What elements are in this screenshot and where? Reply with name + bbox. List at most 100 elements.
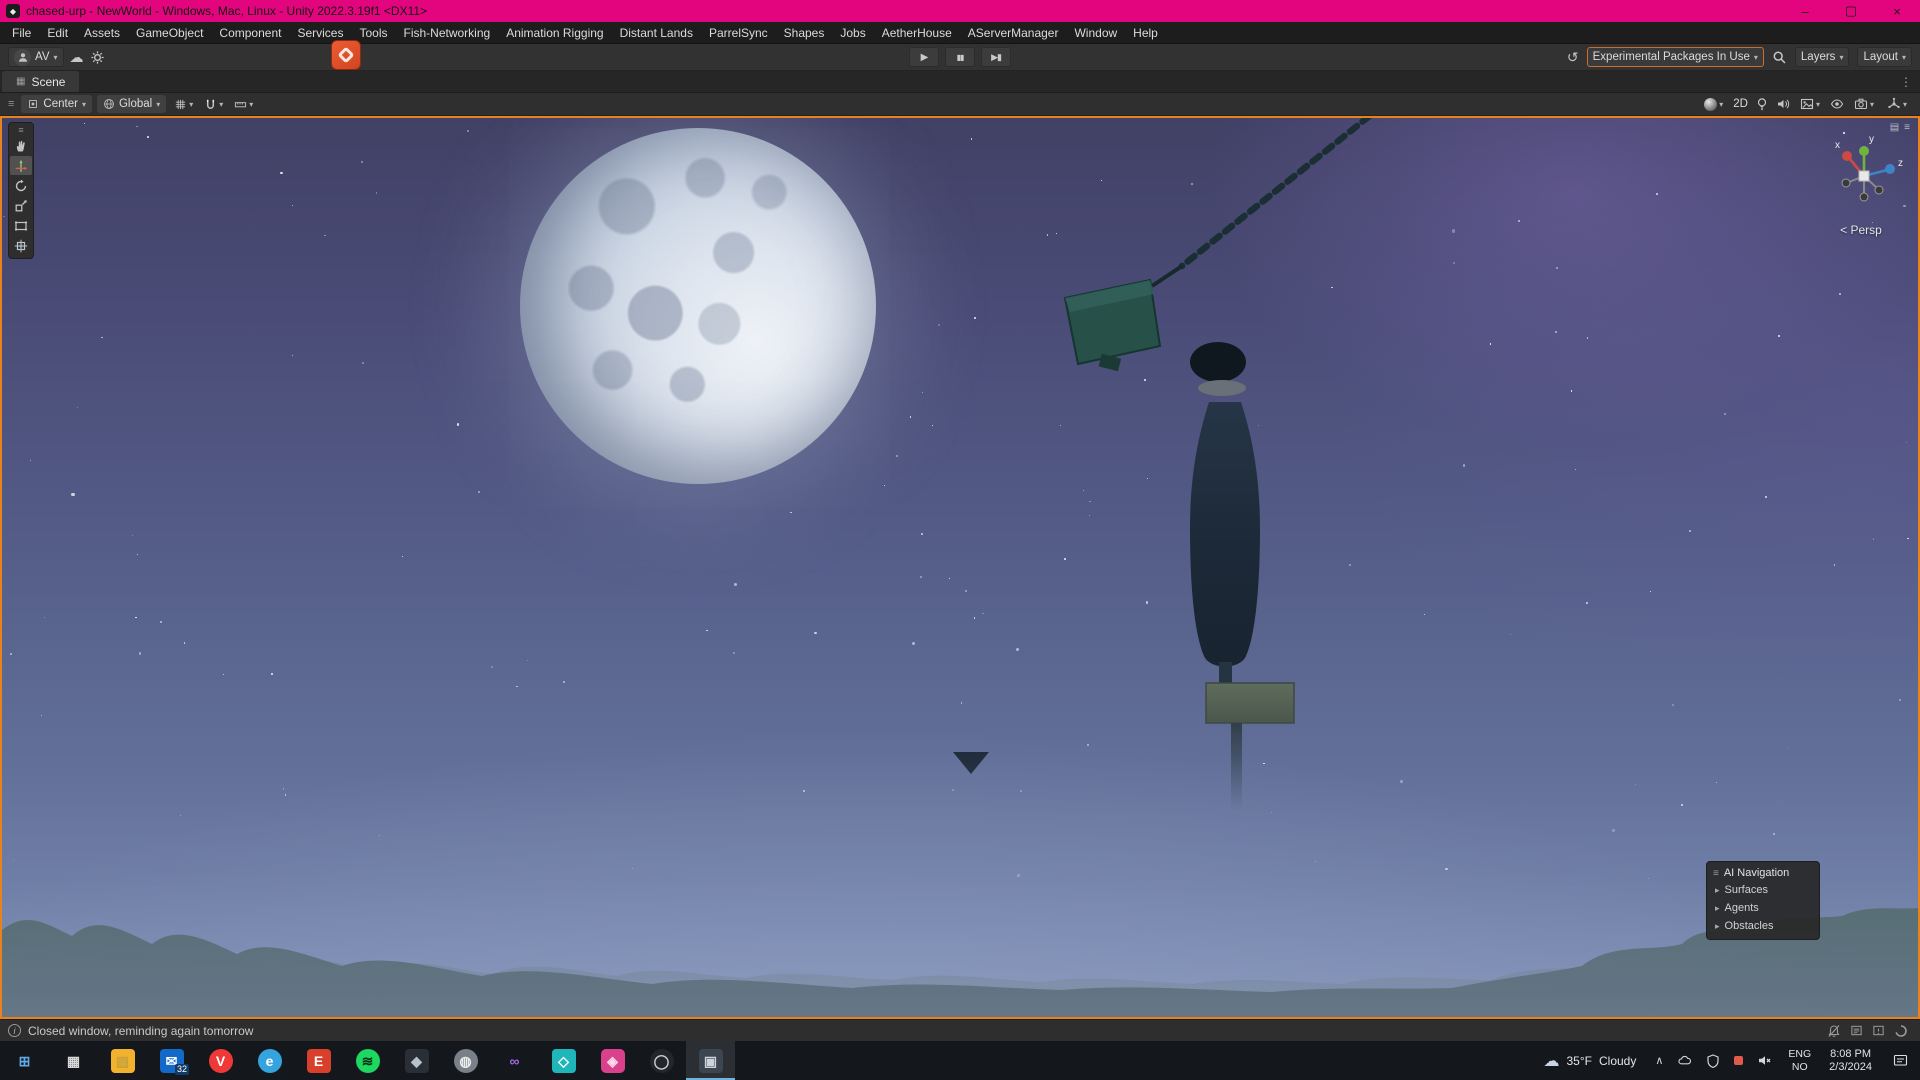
navmesh-marker[interactable] [953, 752, 989, 774]
snap-settings-dropdown[interactable]: ▾ [201, 95, 226, 113]
close-button[interactable]: × [1874, 0, 1920, 22]
action-center-icon[interactable] [1881, 1041, 1920, 1080]
axis-y-label[interactable]: y [1869, 134, 1874, 145]
language-indicator[interactable]: ENG NO [1779, 1041, 1820, 1080]
weather-widget[interactable]: ☁ 35°F Cloudy [1532, 1041, 1649, 1080]
crane-chain-object[interactable] [1065, 118, 1382, 371]
expand-triangle-icon[interactable]: ▸ [1715, 921, 1720, 932]
ai-navigation-header[interactable]: ≡ AI Navigation [1707, 865, 1819, 881]
axis-gizmo-icon[interactable]: x y z [1813, 128, 1909, 224]
orientation-dropdown[interactable]: Global ▾ [97, 95, 166, 113]
tools-plugin-button[interactable] [331, 40, 361, 70]
taskbar-app-vivaldi[interactable]: V [196, 1041, 245, 1080]
step-button[interactable]: ▶▮ [981, 47, 1011, 67]
nav-overlay-item-obstacles[interactable]: ▸ Obstacles [1707, 917, 1819, 935]
overlay-grid-icon[interactable]: ▤ [1890, 122, 1899, 133]
tray-chevron-icon[interactable]: ∧ [1648, 1041, 1670, 1080]
increment-snap-dropdown[interactable]: ▾ [231, 95, 256, 113]
menu-item-help[interactable]: Help [1125, 22, 1166, 43]
tab-scene[interactable]: ▦ Scene [2, 71, 79, 92]
expand-triangle-icon[interactable]: ▸ [1715, 903, 1720, 914]
taskbar-app-app-ring[interactable]: ◯ [637, 1041, 686, 1080]
status-message[interactable]: Closed window, reminding again tomorrow [28, 1024, 253, 1038]
taskbar-app-editor-red[interactable]: E [294, 1041, 343, 1080]
menu-item-edit[interactable]: Edit [39, 22, 76, 43]
minimize-button[interactable]: – [1782, 0, 1828, 22]
menu-item-shapes[interactable]: Shapes [776, 22, 833, 43]
tray-app-icon[interactable] [1727, 1041, 1750, 1080]
maximize-button[interactable]: ▢ [1828, 0, 1874, 22]
scene-audio-toggle[interactable] [1776, 97, 1790, 111]
camera-settings-dropdown[interactable]: ▾ [1851, 95, 1877, 113]
scene-visibility-toggle[interactable] [1830, 97, 1844, 111]
view-2d-toggle[interactable]: 2D [1733, 98, 1748, 110]
taskbar-app-unity-hub[interactable]: ◆ [392, 1041, 441, 1080]
drag-handle-icon[interactable]: ≡ [1713, 868, 1719, 879]
menu-item-parrelsync[interactable]: ParrelSync [701, 22, 776, 43]
drag-handle-icon[interactable]: ≡ [18, 125, 23, 135]
projection-label[interactable]: < Persp [1813, 223, 1909, 237]
menu-item-fish-networking[interactable]: Fish-Networking [395, 22, 498, 43]
drag-handle-icon[interactable]: ≡ [6, 98, 16, 110]
settings-icon[interactable] [90, 50, 105, 65]
layout-dropdown[interactable]: Layout ▾ [1857, 47, 1912, 67]
effects-dropdown[interactable]: ▾ [1797, 95, 1823, 113]
nav-overlay-item-surfaces[interactable]: ▸ Surfaces [1707, 881, 1819, 899]
experimental-packages-dropdown[interactable]: Experimental Packages In Use ▾ [1587, 47, 1764, 67]
taskbar-app-spotify[interactable]: ≋ [343, 1041, 392, 1080]
pause-button[interactable]: ▮▮ [945, 47, 975, 67]
scene-viewport[interactable]: ≡ ▤ ≡ [0, 116, 1920, 1019]
cloud-icon[interactable]: ☁ [70, 50, 84, 64]
gizmos-dropdown[interactable]: ▾ [1884, 95, 1910, 113]
axis-x-label[interactable]: x [1835, 140, 1840, 151]
menu-item-component[interactable]: Component [211, 22, 289, 43]
play-button[interactable]: ▶ [909, 47, 939, 67]
tree-line-front[interactable] [2, 908, 1918, 1017]
view-tool-button[interactable] [10, 136, 32, 155]
menu-item-distant-lands[interactable]: Distant Lands [612, 22, 701, 43]
orientation-gizmo[interactable]: x y z < Persp [1813, 128, 1909, 240]
menu-item-animation-rigging[interactable]: Animation Rigging [498, 22, 611, 43]
hanging-bag-object[interactable] [1190, 342, 1294, 811]
menu-item-window[interactable]: Window [1066, 22, 1125, 43]
pivot-mode-dropdown[interactable]: Center ▾ [21, 95, 92, 113]
search-icon[interactable] [1772, 50, 1787, 65]
menu-item-file[interactable]: File [4, 22, 39, 43]
menu-item-aservermanager[interactable]: AServerManager [960, 22, 1067, 43]
taskbar-app-rider[interactable]: ◈ [588, 1041, 637, 1080]
taskbar-app-unity-editor[interactable]: ▣ [686, 1041, 735, 1080]
layers-dropdown[interactable]: Layers ▾ [1795, 47, 1850, 67]
rect-tool-button[interactable] [10, 216, 32, 235]
nav-overlay-item-agents[interactable]: ▸ Agents [1707, 899, 1819, 917]
rotate-tool-button[interactable] [10, 176, 32, 195]
account-dropdown[interactable]: AV ▾ [8, 47, 64, 67]
move-tool-button[interactable] [10, 156, 32, 175]
taskbar-app-visual-studio[interactable]: ∞ [490, 1041, 539, 1080]
menu-item-gameobject[interactable]: GameObject [128, 22, 211, 43]
taskbar-app-task-view[interactable]: ▦ [49, 1041, 98, 1080]
menu-item-jobs[interactable]: Jobs [832, 22, 873, 43]
clock[interactable]: 8:08 PM 2/3/2024 [1820, 1041, 1881, 1080]
taskbar-app-start[interactable]: ⊞ [0, 1041, 49, 1080]
volume-muted-icon[interactable] [1750, 1041, 1779, 1080]
taskbar-app-mail[interactable]: ✉ 32 [147, 1041, 196, 1080]
grid-visibility-dropdown[interactable]: ▾ [171, 95, 196, 113]
axis-z-label[interactable]: z [1898, 158, 1903, 169]
undo-history-icon[interactable]: ↺ [1567, 50, 1579, 64]
overlay-menu-icon[interactable]: ≡ [1904, 122, 1910, 133]
onedrive-icon[interactable] [1670, 1041, 1699, 1080]
expand-triangle-icon[interactable]: ▸ [1715, 885, 1720, 896]
scale-tool-button[interactable] [10, 196, 32, 215]
taskbar-app-edge[interactable]: e [245, 1041, 294, 1080]
scene-lighting-toggle[interactable] [1755, 97, 1769, 111]
menu-item-aetherhouse[interactable]: AetherHouse [874, 22, 960, 43]
console-warning-icon[interactable] [1872, 1024, 1885, 1037]
draw-mode-dropdown[interactable]: ▾ [1701, 95, 1726, 113]
taskbar-app-tool-gray[interactable]: ◍ [441, 1041, 490, 1080]
transform-tool-button[interactable] [10, 236, 32, 255]
notifications-muted-icon[interactable] [1827, 1024, 1841, 1038]
progress-icon[interactable] [1894, 1024, 1908, 1038]
taskbar-app-file-explorer[interactable]: ▨ [98, 1041, 147, 1080]
console-icon[interactable] [1850, 1024, 1863, 1037]
menu-item-assets[interactable]: Assets [76, 22, 128, 43]
